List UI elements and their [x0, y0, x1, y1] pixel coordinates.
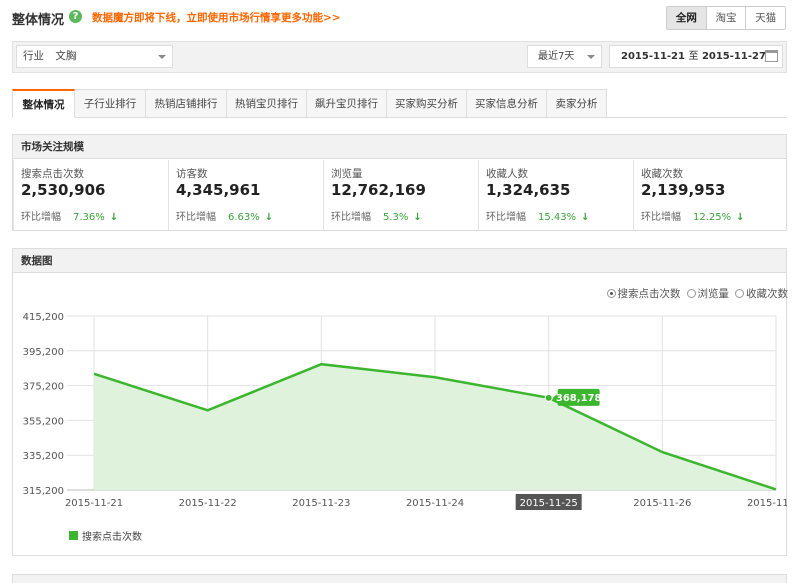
metric-selector: 搜索点击次数 浏览量 收藏次数: [606, 286, 788, 301]
tab-overview[interactable]: 整体情况: [12, 89, 75, 118]
date-from: 2015-11-21: [621, 51, 685, 62]
date-separator: 至: [688, 51, 699, 62]
option-search-clicks[interactable]: 搜索点击次数: [606, 286, 681, 301]
tab-sub-industry[interactable]: 子行业排行: [75, 89, 146, 118]
x-tick-label: 2015-11-25: [520, 498, 578, 509]
legend-label: 搜索点击次数: [82, 530, 142, 543]
x-tick-label: 2015-11-22: [179, 498, 237, 509]
x-tick-label: 2015-11-26: [633, 498, 691, 509]
y-tick-label: 395,200: [23, 347, 64, 358]
market-panel: 市场关注规模 搜索点击次数 2,530,906 环比增幅 7.36% ↓ 访客数 4…: [12, 134, 787, 231]
metric-favorite-count: 收藏次数 2,139,953 环比增幅 12.25% ↓: [633, 160, 786, 230]
tab-hot-items[interactable]: 热销宝贝排行: [227, 89, 307, 118]
industry-label: 行业: [23, 50, 44, 62]
arrow-down-icon: ↓: [264, 212, 274, 223]
option-pageviews[interactable]: 浏览量: [686, 286, 729, 301]
x-tick-label: 2015-11-27: [747, 498, 787, 509]
metric-label: 访客数: [176, 168, 208, 180]
y-tick-label: 315,200: [23, 486, 64, 497]
help-icon[interactable]: ?: [69, 10, 82, 23]
calendar-icon[interactable]: [765, 50, 778, 62]
upgrade-notice-link[interactable]: 数据魔方即将下线，立即使用市场行情享更多功能>>: [92, 10, 341, 25]
arrow-down-icon: ↓: [581, 212, 590, 223]
x-tick-label: 2015-11-21: [65, 498, 123, 509]
line-chart: 315,200 335,200 355,200 375,200 395,200 415,2…: [23, 312, 787, 543]
arrow-down-icon: ↓: [413, 212, 422, 223]
metric-pageviews: 浏览量 12,762,169 环比增幅 5.3% ↓: [323, 160, 478, 230]
metric-value: 1,324,635: [486, 181, 571, 199]
range-value: 最近7天: [538, 51, 575, 62]
metric-change: 环比增幅 6.63% ↓: [176, 212, 274, 223]
x-tick-label: 2015-11-23: [292, 498, 350, 509]
date-to: 2015-11-27: [701, 51, 766, 62]
tab-seller[interactable]: 卖家分析: [547, 89, 607, 118]
date-range-input[interactable]: 2015-11-21 至 2015-11-27: [609, 45, 783, 68]
scope-all[interactable]: 全网: [667, 7, 706, 29]
radio-icon: [686, 289, 696, 298]
metric-label: 搜索点击次数: [21, 168, 84, 180]
tab-buyer-info[interactable]: 买家信息分析: [467, 89, 547, 118]
metric-change: 环比增幅 15.43% ↓: [486, 212, 590, 223]
metric-value: 2,530,906: [21, 181, 106, 199]
radio-icon: [606, 289, 616, 298]
industry-value: 文胸: [55, 50, 77, 62]
data-point: [544, 393, 553, 402]
industry-select[interactable]: 行业 文胸: [16, 45, 173, 68]
tab-hot-shops[interactable]: 热销店铺排行: [146, 89, 227, 118]
platform-switch: 全网 淘宝 天猫: [666, 6, 786, 30]
metric-value: 12,762,169: [331, 181, 426, 199]
metric-label: 收藏人数: [486, 168, 528, 180]
arrow-down-icon: ↓: [109, 212, 119, 223]
series-area: [94, 364, 776, 490]
x-tick-label: 2015-11-24: [406, 498, 464, 509]
y-tick-label: 375,200: [23, 382, 64, 393]
y-tick-label: 335,200: [23, 451, 64, 462]
radio-icon: [735, 289, 744, 298]
metric-value: 4,345,961: [176, 181, 261, 199]
market-panel-title: 市场关注规模: [13, 135, 786, 159]
scope-tmall[interactable]: 天猫: [745, 7, 785, 29]
metric-search-clicks: 搜索点击次数 2,530,906 环比增幅 7.36% ↓: [13, 160, 168, 230]
scope-taobao[interactable]: 淘宝: [705, 7, 746, 29]
y-tick-label: 415,200: [23, 312, 64, 323]
option-favorites[interactable]: 收藏次数: [735, 286, 788, 301]
metric-label: 收藏次数: [641, 168, 683, 180]
metric-change: 环比增幅 5.3% ↓: [331, 212, 422, 223]
metric-change: 环比增幅 7.36% ↓: [21, 212, 119, 223]
tab-buyer-purchase[interactable]: 买家购买分析: [387, 89, 467, 118]
chevron-down-icon: [158, 55, 166, 59]
metric-label: 浏览量: [331, 168, 363, 180]
tooltip-value: 368,178: [556, 393, 602, 404]
next-panel-edge: [12, 574, 787, 583]
metric-change: 环比增幅 12.25% ↓: [641, 212, 745, 223]
range-select[interactable]: 最近7天: [527, 45, 602, 68]
metric-visitors: 访客数 4,345,961 环比增幅 6.63% ↓: [168, 160, 323, 230]
y-tick-label: 355,200: [23, 416, 64, 427]
arrow-down-icon: ↓: [736, 212, 745, 223]
metric-value: 2,139,953: [641, 181, 726, 199]
tab-rising-items[interactable]: 飙升宝贝排行: [307, 89, 387, 118]
chart-panel-title: 数据图: [13, 249, 786, 273]
chevron-down-icon: [587, 55, 595, 59]
metric-favorite-users: 收藏人数 1,324,635 环比增幅 15.43% ↓: [478, 160, 633, 230]
legend-swatch: [69, 531, 78, 540]
page-title: 整体情况: [12, 13, 65, 28]
